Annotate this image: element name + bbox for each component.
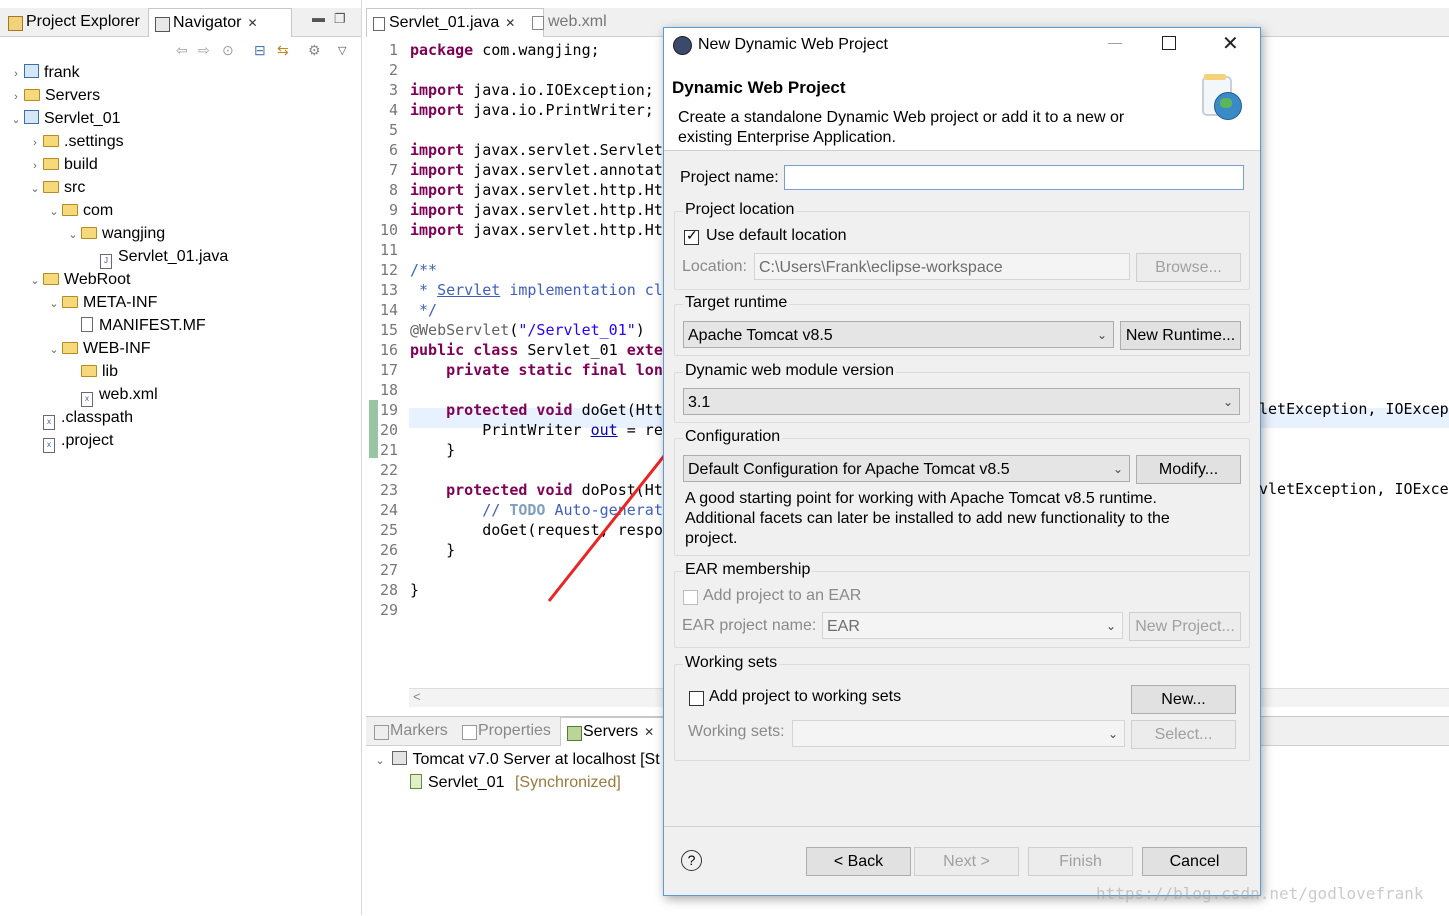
dialog-heading: Dynamic Web Project (672, 78, 846, 97)
ear-name-select: EAR ⌄ (822, 612, 1123, 639)
new-project-dialog: New Dynamic Web Project — ✕ Dynamic Web … (663, 27, 1261, 896)
ear-name-label: EAR project name: (682, 617, 817, 634)
runtime-select[interactable]: Apache Tomcat v8.5 ⌄ (683, 321, 1114, 348)
group-title: Working sets (683, 654, 780, 672)
configuration-value: Default Configuration for Apache Tomcat … (688, 461, 1010, 478)
group-title: EAR membership (683, 561, 813, 579)
group-title: Configuration (683, 428, 783, 446)
add-ear-label: Add project to an EAR (703, 587, 862, 604)
chevron-down-icon: ⌄ (1105, 619, 1116, 633)
group-title: Project location (683, 201, 797, 219)
new-working-set-button[interactable]: New... (1131, 685, 1236, 714)
dialog-titlebar: New Dynamic Web Project — ✕ (664, 28, 1260, 62)
working-sets-group: Working sets Add project to working sets… (674, 654, 1250, 761)
window-title: New Dynamic Web Project (698, 36, 888, 53)
module-version-select[interactable]: 3.1 ⌄ (683, 388, 1240, 415)
location-input: C:\Users\Frank\eclipse-workspace (754, 253, 1130, 280)
modify-button[interactable]: Modify... (1136, 455, 1241, 484)
group-title: Dynamic web module version (683, 362, 896, 380)
use-default-checkbox[interactable]: ✓ (684, 227, 699, 245)
footer-divider (664, 826, 1260, 827)
new-runtime-button[interactable]: New Runtime... (1120, 321, 1241, 350)
new-project-button: New Project... (1129, 612, 1241, 641)
configuration-select[interactable]: Default Configuration for Apache Tomcat … (683, 455, 1130, 482)
chevron-down-icon: ⌄ (1096, 328, 1107, 342)
browse-button: Browse... (1136, 253, 1241, 282)
code-overflow-line-23: vletException, IOExcep (1259, 480, 1449, 498)
add-working-sets-checkbox[interactable] (689, 691, 704, 706)
watermark: https://blog.csdn.net/godlovefrank (1096, 884, 1424, 903)
chevron-down-icon: ⌄ (1112, 462, 1123, 476)
chevron-down-icon: ⌄ (1107, 727, 1118, 741)
working-sets-label: Working sets: (688, 723, 785, 740)
location-value: C:\Users\Frank\eclipse-workspace (759, 259, 1003, 276)
ear-membership-group: EAR membership Add project to an EAR EAR… (674, 561, 1250, 648)
configuration-group: Configuration Default Configuration for … (674, 428, 1250, 556)
runtime-value: Apache Tomcat v8.5 (688, 327, 833, 344)
dialog-banner: Dynamic Web Project Create a standalone … (664, 62, 1260, 151)
web-project-wizard-icon (1196, 72, 1254, 130)
dialog-description: Create a standalone Dynamic Web project … (678, 109, 1125, 146)
select-working-sets-button: Select... (1131, 720, 1236, 749)
working-sets-select: ⌄ (792, 720, 1125, 747)
cancel-button[interactable]: Cancel (1142, 847, 1247, 876)
chevron-down-icon: ⌄ (1222, 395, 1233, 409)
module-version-value: 3.1 (688, 394, 711, 411)
module-version-group: Dynamic web module version 3.1 ⌄ (674, 362, 1250, 423)
use-default-label: Use default location (706, 227, 847, 244)
close-icon[interactable]: ✕ (1222, 31, 1239, 56)
project-name-input[interactable] (784, 165, 1244, 190)
next-button: Next > (914, 847, 1019, 876)
code-overflow-line-19: letException, IOExcept (1259, 400, 1449, 418)
target-runtime-group: Target runtime Apache Tomcat v8.5 ⌄ New R… (674, 294, 1250, 356)
back-button[interactable]: < Back (806, 847, 911, 876)
eclipse-icon (673, 36, 692, 55)
add-working-sets-label: Add project to working sets (709, 688, 902, 705)
add-ear-checkbox (683, 590, 698, 605)
check-icon: ✓ (686, 227, 698, 243)
finish-button: Finish (1028, 847, 1133, 876)
minimize-icon[interactable]: — (1108, 34, 1122, 50)
configuration-description: A good starting point for working with A… (685, 490, 1170, 547)
maximize-icon[interactable] (1162, 36, 1176, 50)
help-icon[interactable]: ? (681, 850, 702, 871)
location-label: Location: (682, 258, 747, 275)
project-location-group: Project location ✓ Use default location … (674, 201, 1250, 290)
ear-name-value: EAR (827, 618, 860, 635)
group-title: Target runtime (683, 294, 790, 312)
project-name-label: Project name: (680, 169, 779, 186)
